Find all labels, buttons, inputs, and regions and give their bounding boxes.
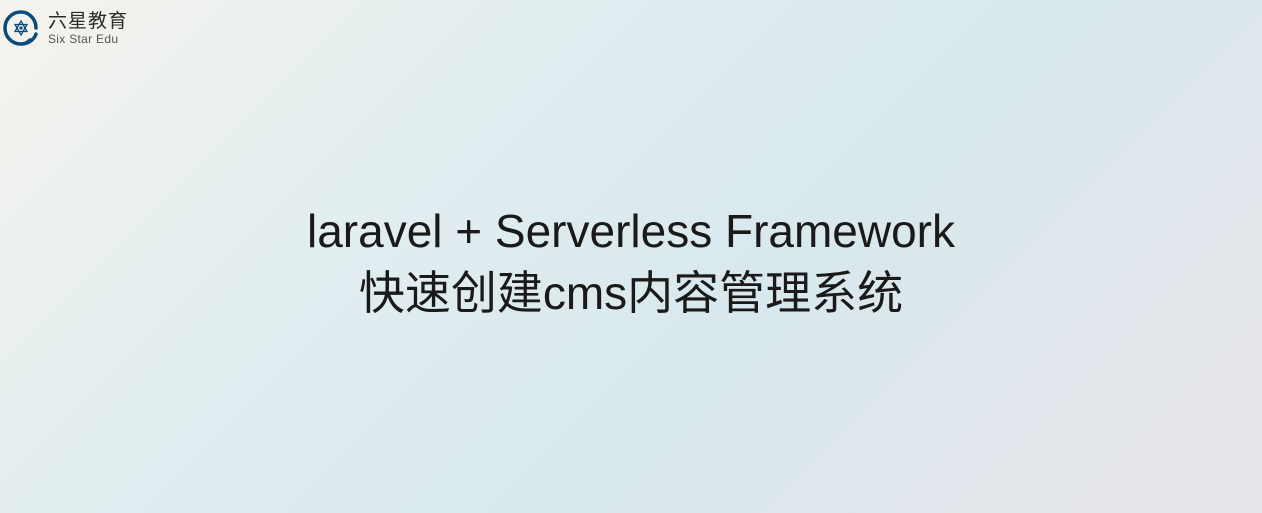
- brand-logo: 六星教育 Six Star Edu: [0, 8, 128, 50]
- title-line-2: 快速创建cms内容管理系统: [0, 262, 1262, 324]
- page-title: laravel + Serverless Framework 快速创建cms内容…: [0, 200, 1262, 324]
- six-star-logo-icon: [0, 8, 42, 50]
- title-line-1: laravel + Serverless Framework: [0, 200, 1262, 262]
- logo-text-cn: 六星教育: [48, 12, 128, 33]
- logo-text-en: Six Star Edu: [48, 33, 128, 46]
